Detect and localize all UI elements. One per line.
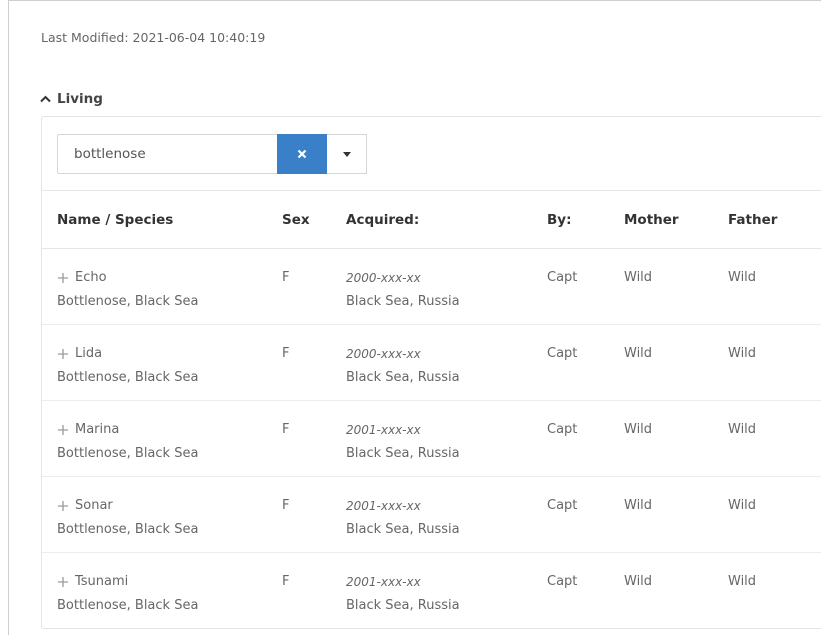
acquired-place: Black Sea, Russia xyxy=(346,446,460,461)
acquired-cell: 2000-xxx-xx Black Sea, Russia xyxy=(346,248,547,325)
table-row: Tsunami Bottlenose, Black Sea F 2001-xxx… xyxy=(42,553,821,629)
by-cell: Capt xyxy=(547,400,624,477)
name-species-cell: Sonar Bottlenose, Black Sea xyxy=(42,476,282,553)
acquired-cell: 2000-xxx-xx Black Sea, Russia xyxy=(346,324,547,401)
by-cell: Capt xyxy=(547,574,578,589)
father-cell: Wild xyxy=(728,248,821,325)
content-frame: Last Modified: 2021-06-04 10:40:19 Livin… xyxy=(8,0,821,635)
filter-dropdown-button[interactable] xyxy=(327,134,367,174)
living-section-toggle[interactable]: Living xyxy=(40,91,103,107)
sex-cell: F xyxy=(282,574,290,589)
sex-cell: F xyxy=(282,324,346,401)
caret-down-icon xyxy=(342,151,351,157)
name-species-cell: Tsunami Bottlenose, Black Sea xyxy=(42,553,282,629)
sex-cell: F xyxy=(282,476,346,553)
header-mother[interactable]: Mother xyxy=(624,191,728,249)
living-panel: Name / Species Sex Acquired: By: Mother … xyxy=(41,116,821,629)
acquired-date: 2001-xxx-xx xyxy=(346,499,421,513)
table-header-row: Name / Species Sex Acquired: By: Mother … xyxy=(42,191,821,249)
header-name-species[interactable]: Name / Species xyxy=(42,191,282,249)
mother-cell: Wild xyxy=(624,248,728,325)
by-cell: Capt xyxy=(547,248,624,325)
species-text: Bottlenose, Black Sea xyxy=(57,294,199,309)
species-text: Bottlenose, Black Sea xyxy=(57,446,199,461)
filter-input[interactable] xyxy=(57,134,277,174)
close-icon xyxy=(297,149,307,159)
filter-select xyxy=(57,134,367,174)
name-species-cell: Lida Bottlenose, Black Sea xyxy=(42,324,282,401)
acquired-date: 2001-xxx-xx xyxy=(346,423,421,437)
by-cell: Capt xyxy=(547,476,624,553)
animal-name: Echo xyxy=(75,270,107,285)
chevron-up-icon xyxy=(40,95,51,103)
acquired-date: 2000-xxx-xx xyxy=(346,271,421,285)
species-text: Bottlenose, Black Sea xyxy=(57,598,199,613)
animals-table: Name / Species Sex Acquired: By: Mother … xyxy=(42,191,821,628)
mother-cell: Wild xyxy=(624,400,728,477)
animal-name: Marina xyxy=(75,422,120,437)
expand-plus-icon[interactable] xyxy=(57,576,69,588)
table-row: Lida Bottlenose, Black Sea F 2000-xxx-xx… xyxy=(42,324,821,401)
father-cell: Wild xyxy=(728,476,821,553)
name-species-cell: Marina Bottlenose, Black Sea xyxy=(42,400,282,477)
header-acquired[interactable]: Acquired: xyxy=(346,191,547,249)
last-modified-text: Last Modified: 2021-06-04 10:40:19 xyxy=(41,30,266,45)
animal-name: Lida xyxy=(75,346,103,361)
expand-plus-icon[interactable] xyxy=(57,348,69,360)
section-label: Living xyxy=(57,91,103,107)
father-cell: Wild xyxy=(728,574,757,589)
acquired-place: Black Sea, Russia xyxy=(346,598,460,613)
acquired-cell: 2001-xxx-xx Black Sea, Russia xyxy=(346,553,547,629)
expand-plus-icon[interactable] xyxy=(57,424,69,436)
by-cell: Capt xyxy=(547,324,624,401)
acquired-date: 2000-xxx-xx xyxy=(346,347,421,361)
acquired-place: Black Sea, Russia xyxy=(346,522,460,537)
mother-cell: Wild xyxy=(624,574,653,589)
clear-filter-button[interactable] xyxy=(277,134,327,174)
name-species-cell: Echo Bottlenose, Black Sea xyxy=(42,248,282,325)
header-sex[interactable]: Sex xyxy=(282,191,346,249)
header-by[interactable]: By: xyxy=(547,191,624,249)
mother-cell: Wild xyxy=(624,324,728,401)
animal-name: Tsunami xyxy=(75,574,129,589)
sex-cell: F xyxy=(282,248,346,325)
header-father[interactable]: Father xyxy=(728,191,821,249)
acquired-place: Black Sea, Russia xyxy=(346,294,460,309)
acquired-cell: 2001-xxx-xx Black Sea, Russia xyxy=(346,476,547,553)
acquired-place: Black Sea, Russia xyxy=(346,370,460,385)
father-cell: Wild xyxy=(728,324,821,401)
table-row: Marina Bottlenose, Black Sea F 2001-xxx-… xyxy=(42,400,821,477)
species-text: Bottlenose, Black Sea xyxy=(57,522,199,537)
acquired-cell: 2001-xxx-xx Black Sea, Russia xyxy=(346,400,547,477)
expand-plus-icon[interactable] xyxy=(57,272,69,284)
table-row: Sonar Bottlenose, Black Sea F 2001-xxx-x… xyxy=(42,476,821,553)
sex-cell: F xyxy=(282,400,346,477)
species-text: Bottlenose, Black Sea xyxy=(57,370,199,385)
acquired-date: 2001-xxx-xx xyxy=(346,575,421,589)
mother-cell: Wild xyxy=(624,476,728,553)
table-row: Echo Bottlenose, Black Sea F 2000-xxx-xx… xyxy=(42,248,821,325)
expand-plus-icon[interactable] xyxy=(57,500,69,512)
father-cell: Wild xyxy=(728,400,821,477)
animal-name: Sonar xyxy=(75,498,113,513)
